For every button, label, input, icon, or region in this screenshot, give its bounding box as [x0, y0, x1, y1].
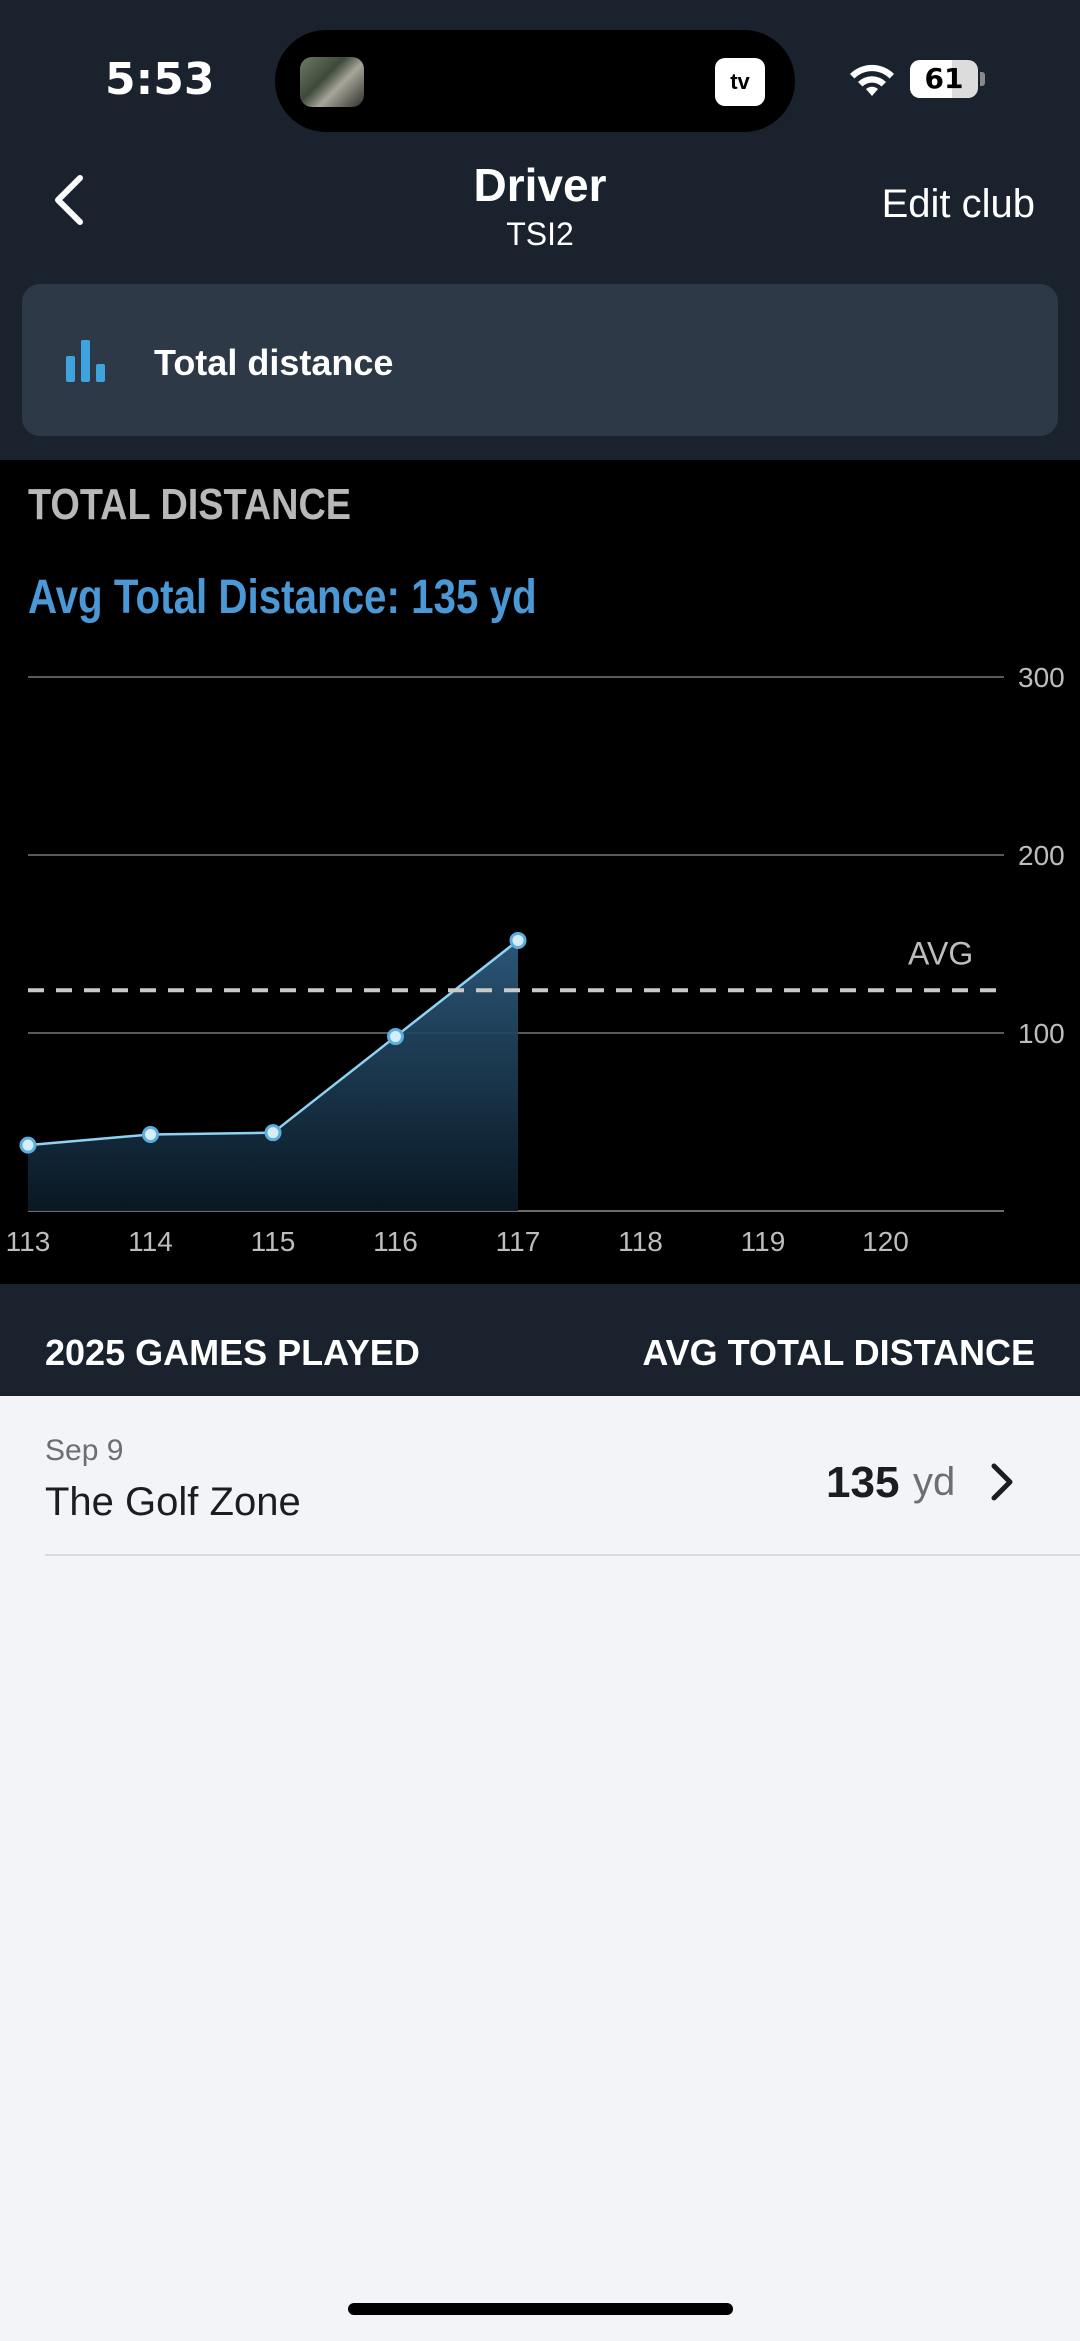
game-date: Sep 9: [45, 1434, 124, 1467]
avg-distance-heading: AVG TOTAL DISTANCE: [642, 1332, 1035, 1373]
x-tick-label: 120: [862, 1226, 909, 1257]
game-row[interactable]: Sep 9 The Golf Zone 135 yd: [0, 1396, 1080, 1556]
edit-club-button[interactable]: Edit club: [882, 182, 1035, 227]
average-label: AVG: [908, 935, 973, 971]
x-tick-label: 116: [373, 1226, 418, 1257]
data-point: [142, 1125, 159, 1143]
metric-selector[interactable]: Total distance: [22, 284, 1058, 436]
tv-badge-label: tv: [730, 69, 750, 94]
x-tick-label: 118: [618, 1226, 663, 1257]
y-tick-label: 100: [1018, 1018, 1065, 1049]
x-tick-label: 115: [251, 1226, 296, 1257]
game-course-name: The Golf Zone: [45, 1480, 301, 1524]
bar-chart-icon: [66, 340, 105, 382]
dynamic-island[interactable]: tv: [275, 30, 795, 132]
distance-chart: 100 200 300 AVG 113 114 115 116 117 118 119 120: [6, 662, 1065, 1257]
now-playing-thumbnail: [300, 57, 364, 107]
header-area: 5:53 tv 61 Driver TSI2 Edit club Total d…: [0, 0, 1080, 460]
data-point: [387, 1028, 404, 1046]
games-played-heading: 2025 GAMES PLAYED: [45, 1332, 420, 1373]
game-avg-value: 135: [826, 1458, 900, 1507]
battery-level: 61: [924, 62, 964, 95]
chart-area: TOTAL DISTANCE Avg Total Distance: 135 y…: [0, 460, 1080, 1284]
row-divider: [45, 1554, 1080, 1556]
area-fill: [28, 940, 518, 1211]
y-tick-label: 300: [1018, 662, 1065, 693]
data-point: [509, 931, 527, 949]
x-tick-label: 119: [741, 1226, 786, 1257]
y-tick-label: 200: [1018, 840, 1065, 871]
status-time: 5:53: [105, 54, 215, 105]
wifi-icon: [850, 64, 894, 96]
data-point: [19, 1136, 37, 1154]
battery-tip: [980, 72, 985, 86]
metric-selector-label: Total distance: [154, 342, 394, 383]
x-tick-label: 114: [128, 1226, 173, 1257]
x-tick-label: 113: [6, 1226, 51, 1257]
data-point: [264, 1124, 282, 1142]
x-tick-label: 117: [496, 1226, 541, 1257]
battery-indicator: 61: [910, 60, 978, 98]
games-list-header: 2025 GAMES PLAYED AVG TOTAL DISTANCE: [0, 1284, 1080, 1396]
apple-tv-icon: tv: [715, 58, 765, 106]
chevron-right-icon: [991, 1463, 1013, 1501]
home-indicator[interactable]: [348, 2303, 733, 2315]
game-avg-unit: yd: [913, 1460, 956, 1504]
